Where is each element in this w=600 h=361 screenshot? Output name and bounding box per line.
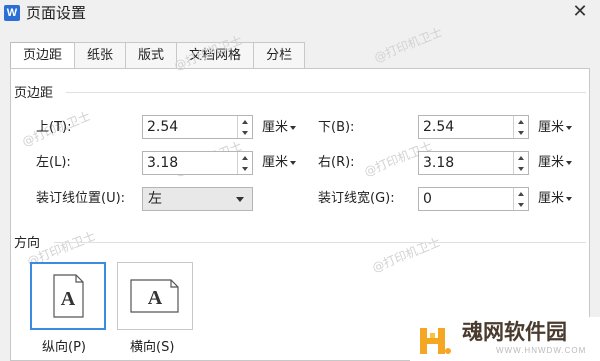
gutter-position-select[interactable]: 左 [142, 187, 253, 211]
close-icon: ✕ [572, 1, 588, 22]
spin-up-icon[interactable] [238, 152, 252, 163]
caret-down-icon [566, 160, 573, 165]
left-margin-stepper[interactable]: 3.18 [142, 151, 253, 175]
spin-up-icon[interactable] [238, 116, 252, 127]
caret-down-icon [290, 160, 297, 165]
portrait-page-icon: A [53, 274, 84, 318]
portrait-label[interactable]: 纵向(P) [42, 339, 86, 357]
unit-label: 厘米 [538, 191, 565, 206]
tab-margins[interactable]: 页边距 [10, 42, 76, 69]
tab-bar: 页边距 纸张 版式 文档网格 分栏 [10, 42, 306, 69]
brand-watermark: 魂网软件园 WWW.HNWDW.COM [410, 317, 600, 361]
gutter-width-unit-dropdown[interactable]: 厘米 [538, 190, 573, 208]
brand-url: WWW.HNWDW.COM [496, 346, 587, 355]
orientation-section-label: 方向 [14, 236, 41, 251]
bottom-margin-unit-dropdown[interactable]: 厘米 [538, 119, 573, 137]
unit-label: 厘米 [262, 120, 289, 135]
brand-logo-icon [420, 328, 451, 354]
unit-label: 厘米 [538, 155, 565, 170]
landscape-option[interactable]: A [117, 262, 193, 330]
spin-down-icon[interactable] [514, 127, 528, 138]
gutter-position-value: 左 [148, 191, 162, 207]
landscape-glyph: A [148, 287, 163, 309]
right-margin-unit-dropdown[interactable]: 厘米 [538, 154, 573, 172]
gutter-width-value[interactable]: 0 [423, 190, 432, 208]
tab-layout[interactable]: 版式 [125, 42, 178, 68]
caret-down-icon [566, 196, 573, 201]
spin-up-icon[interactable] [514, 152, 528, 163]
landscape-page-icon: A [130, 279, 179, 313]
portrait-glyph: A [61, 288, 76, 310]
window-title: 页面设置 [26, 4, 87, 22]
bottom-margin-stepper[interactable]: 2.54 [418, 115, 529, 139]
gutter-width-label: 装订线宽(G): [318, 191, 395, 206]
tab-columns[interactable]: 分栏 [253, 42, 306, 68]
top-margin-unit-dropdown[interactable]: 厘米 [262, 119, 297, 137]
section-divider [66, 92, 586, 93]
left-margin-label: 左(L): [36, 155, 71, 170]
section-divider [54, 242, 586, 243]
top-margin-label: 上(T): [36, 120, 72, 135]
caret-down-icon [566, 125, 573, 130]
title-bar: W 页面设置 ✕ [0, 0, 600, 26]
landscape-label[interactable]: 横向(S) [130, 339, 174, 357]
right-margin-label: 右(R): [318, 155, 355, 170]
chevron-down-icon [236, 197, 244, 202]
spin-down-icon[interactable] [238, 163, 252, 174]
gutter-position-label: 装订线位置(U): [36, 191, 126, 206]
caret-down-icon [290, 125, 297, 130]
spin-up-icon[interactable] [514, 188, 528, 199]
tab-paper[interactable]: 纸张 [74, 42, 127, 68]
portrait-option[interactable]: A [30, 262, 106, 330]
tab-document-grid[interactable]: 文档网格 [176, 42, 255, 68]
watermark: @打印机卫士 [372, 24, 445, 65]
brand-name: 魂网软件园 [462, 320, 567, 344]
top-margin-value[interactable]: 2.54 [147, 118, 178, 136]
spin-down-icon[interactable] [514, 163, 528, 174]
left-margin-unit-dropdown[interactable]: 厘米 [262, 154, 297, 172]
gutter-width-stepper[interactable]: 0 [418, 187, 529, 211]
spin-down-icon[interactable] [238, 127, 252, 138]
margins-section-label: 页边距 [14, 86, 54, 101]
bottom-margin-label: 下(B): [318, 120, 355, 135]
app-logo-icon: W [4, 5, 20, 21]
spin-up-icon[interactable] [514, 116, 528, 127]
bottom-margin-value[interactable]: 2.54 [423, 118, 454, 136]
spin-down-icon[interactable] [514, 199, 528, 210]
unit-label: 厘米 [262, 155, 289, 170]
close-button[interactable]: ✕ [570, 2, 590, 22]
top-margin-stepper[interactable]: 2.54 [142, 115, 253, 139]
left-margin-value[interactable]: 3.18 [147, 154, 178, 172]
right-margin-stepper[interactable]: 3.18 [418, 151, 529, 175]
right-margin-value[interactable]: 3.18 [423, 154, 454, 172]
unit-label: 厘米 [538, 120, 565, 135]
